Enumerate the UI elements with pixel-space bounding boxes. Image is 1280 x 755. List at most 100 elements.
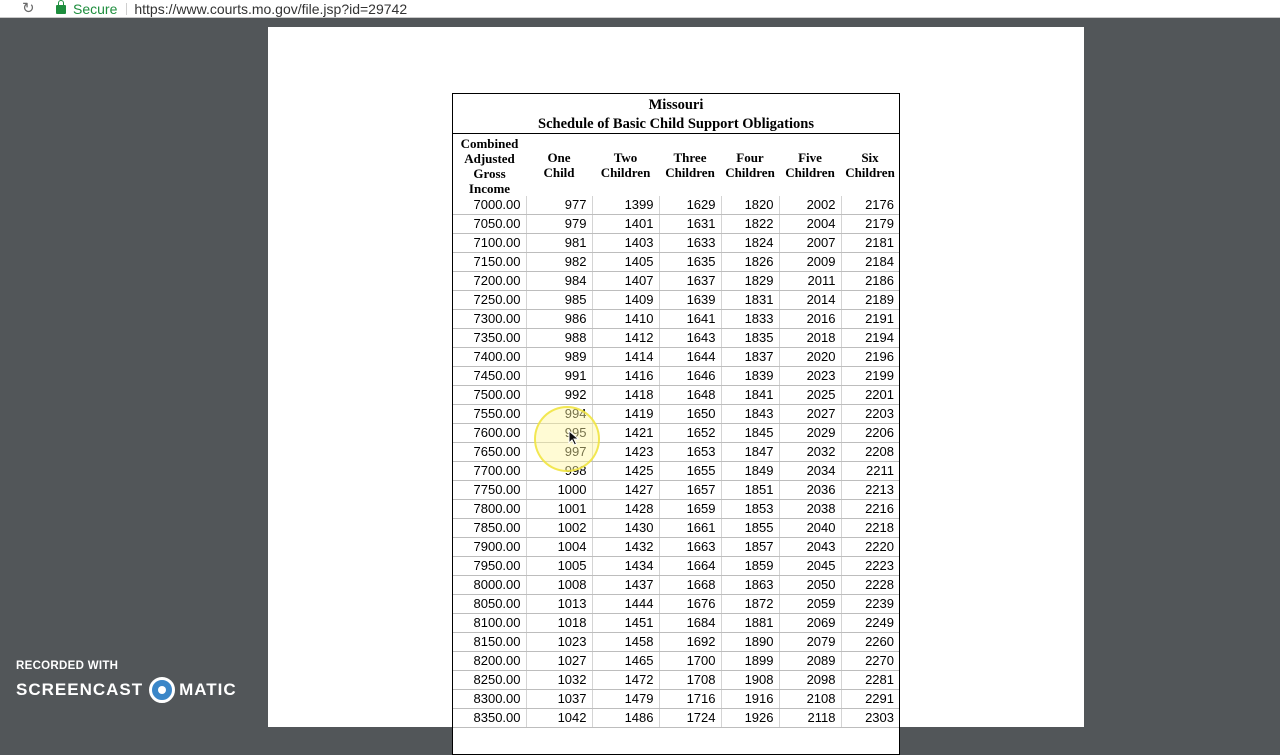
obligation-cell: 2218	[841, 518, 899, 538]
obligation-cell: 2220	[841, 537, 899, 557]
obligation-cell: 1412	[592, 328, 660, 348]
obligation-cell: 2249	[841, 613, 899, 633]
table-row: 7750.00 1000 1427 1657 1851 2036 2213	[453, 480, 899, 500]
obligation-cell: 2118	[779, 708, 842, 728]
obligation-cell: 1631	[659, 214, 722, 234]
obligation-cell: 2059	[779, 594, 842, 614]
obligation-cell: 1839	[721, 366, 780, 386]
obligation-cell: 1635	[659, 252, 722, 272]
income-cell: 8150.00	[453, 632, 527, 652]
obligation-cell: 1644	[659, 347, 722, 367]
obligation-cell: 1432	[592, 537, 660, 557]
secure-label[interactable]: Secure	[73, 1, 117, 17]
obligation-cell: 1399	[592, 196, 660, 215]
obligation-cell: 1692	[659, 632, 722, 652]
income-cell: 8200.00	[453, 651, 527, 671]
cursor-highlight-ring	[534, 406, 600, 472]
obligation-cell: 1663	[659, 537, 722, 557]
obligation-cell: 1841	[721, 385, 780, 405]
recorded-with-label: RECORDED WITH	[16, 660, 119, 672]
obligation-cell: 1403	[592, 233, 660, 253]
obligation-cell: 1444	[592, 594, 660, 614]
obligation-cell: 2184	[841, 252, 899, 272]
header-row: Combined Adjusted Gross Income One Child…	[453, 134, 899, 196]
income-cell: 7300.00	[453, 309, 527, 329]
table-row: 7150.00 982 1405 1635 1826 2009 2184	[453, 252, 899, 272]
obligation-cell: 2223	[841, 556, 899, 576]
obligation-cell: 1716	[659, 689, 722, 709]
income-cell: 8100.00	[453, 613, 527, 633]
income-cell: 7350.00	[453, 328, 527, 348]
obligation-cell: 1023	[526, 632, 593, 652]
obligation-cell: 2016	[779, 309, 842, 329]
obligation-cell: 1857	[721, 537, 780, 557]
obligation-cell: 988	[526, 328, 593, 348]
table-row: 8250.00 1032 1472 1708 1908 2098 2281	[453, 670, 899, 690]
obligation-cell: 1486	[592, 708, 660, 728]
obligation-cell: 1042	[526, 708, 593, 728]
obligation-cell: 2089	[779, 651, 842, 671]
table-row: 8150.00 1023 1458 1692 1890 2079 2260	[453, 632, 899, 652]
obligation-cell: 2011	[779, 271, 842, 291]
income-cell: 7850.00	[453, 518, 527, 538]
income-cell: 7600.00	[453, 423, 527, 443]
obligation-cell: 1637	[659, 271, 722, 291]
header-two-children: Two Children	[600, 150, 651, 180]
obligation-cell: 1410	[592, 309, 660, 329]
obligation-cell: 1668	[659, 575, 722, 595]
table-row: 7500.00 992 1418 1648 1841 2025 2201	[453, 385, 899, 405]
obligation-cell: 1820	[721, 196, 780, 215]
obligation-cell: 1664	[659, 556, 722, 576]
obligation-cell: 1427	[592, 480, 660, 500]
obligation-cell: 1881	[721, 613, 780, 633]
obligation-cell: 2181	[841, 233, 899, 253]
obligation-cell: 1434	[592, 556, 660, 576]
obligation-cell: 1724	[659, 708, 722, 728]
income-cell: 7750.00	[453, 480, 527, 500]
obligation-cell: 989	[526, 347, 593, 367]
obligation-cell: 1425	[592, 461, 660, 481]
obligation-cell: 1926	[721, 708, 780, 728]
obligation-cell: 2201	[841, 385, 899, 405]
header-three-children: Three Children	[665, 150, 715, 180]
obligation-cell: 1872	[721, 594, 780, 614]
lock-icon[interactable]	[56, 0, 66, 14]
obligation-cell: 1646	[659, 366, 722, 386]
obligation-cell: 1407	[592, 271, 660, 291]
obligation-cell: 1629	[659, 196, 722, 215]
obligation-cell: 1851	[721, 480, 780, 500]
income-cell: 7700.00	[453, 461, 527, 481]
obligation-cell: 1465	[592, 651, 660, 671]
income-cell: 7900.00	[453, 537, 527, 557]
screencast-logo: SCREENCAST MATIC	[16, 677, 237, 703]
table-row: 7650.00 997 1423 1653 1847 2032 2208	[453, 442, 899, 462]
obligation-cell: 1643	[659, 328, 722, 348]
obligation-cell: 1853	[721, 499, 780, 519]
obligation-cell: 1641	[659, 309, 722, 329]
obligation-cell: 1430	[592, 518, 660, 538]
table-title-schedule: Schedule of Basic Child Support Obligati…	[538, 116, 814, 132]
obligation-cell: 1661	[659, 518, 722, 538]
obligation-cell: 1004	[526, 537, 593, 557]
table-row: 7800.00 1001 1428 1659 1853 2038 2216	[453, 499, 899, 519]
obligation-cell: 1027	[526, 651, 593, 671]
table-row: 7850.00 1002 1430 1661 1855 2040 2218	[453, 518, 899, 538]
obligation-cell: 1018	[526, 613, 593, 633]
obligation-cell: 1005	[526, 556, 593, 576]
obligation-cell: 2213	[841, 480, 899, 500]
reload-icon[interactable]: ↻	[22, 0, 38, 17]
obligation-cell: 977	[526, 196, 593, 215]
table-row: 7900.00 1004 1432 1663 1857 2043 2220	[453, 537, 899, 557]
obligation-cell: 1648	[659, 385, 722, 405]
obligation-cell: 2009	[779, 252, 842, 272]
obligation-cell: 2025	[779, 385, 842, 405]
income-cell: 7800.00	[453, 499, 527, 519]
table-row: 7450.00 991 1416 1646 1839 2023 2199	[453, 366, 899, 386]
income-cell: 7550.00	[453, 404, 527, 424]
obligation-cell: 1908	[721, 670, 780, 690]
table-row: 8200.00 1027 1465 1700 1899 2089 2270	[453, 651, 899, 671]
obligation-cell: 1676	[659, 594, 722, 614]
obligation-cell: 1032	[526, 670, 593, 690]
url-field[interactable]: https://www.courts.mo.gov/file.jsp?id=29…	[134, 1, 407, 17]
obligation-cell: 2291	[841, 689, 899, 709]
